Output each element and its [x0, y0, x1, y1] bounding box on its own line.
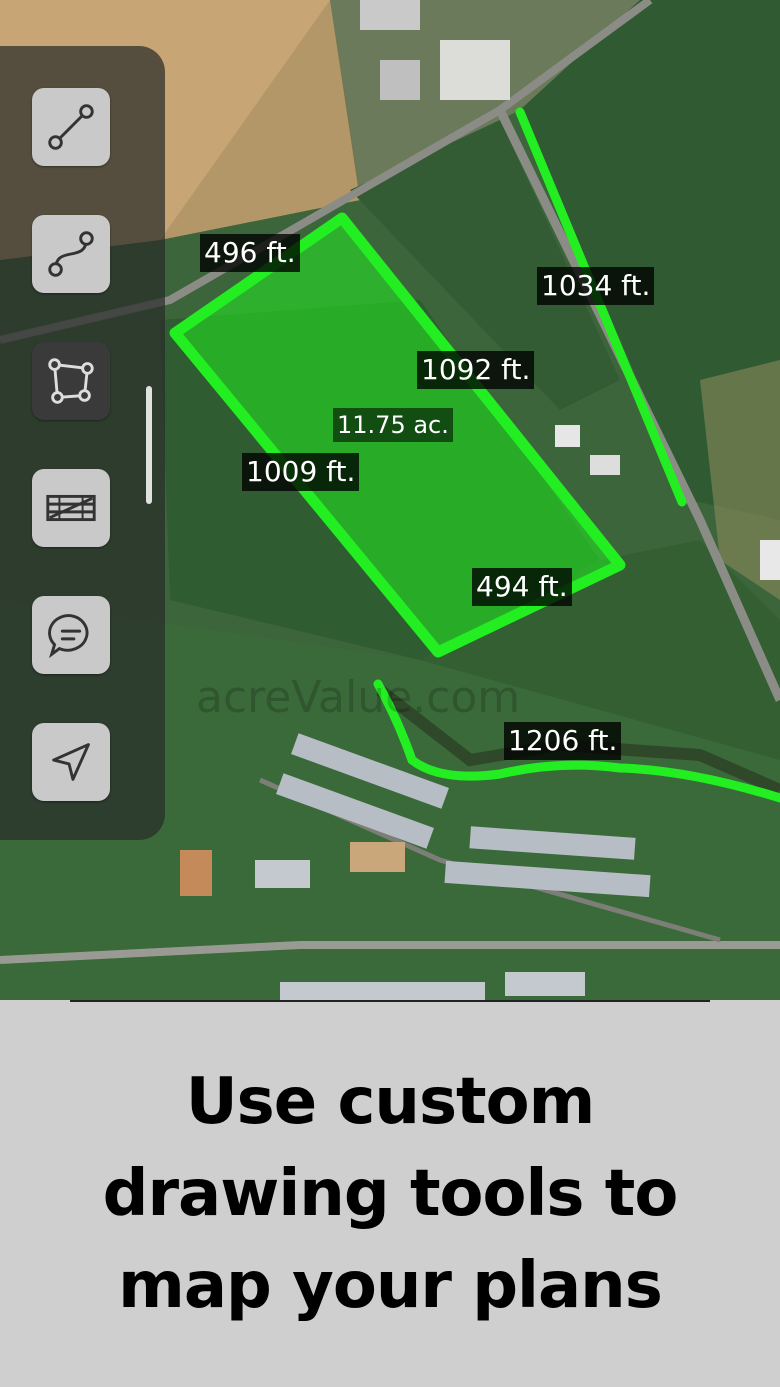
- measurement-label: 1092 ft.: [417, 351, 535, 389]
- measurement-label: 1009 ft.: [242, 453, 360, 491]
- area-label: 11.75 ac.: [333, 408, 453, 442]
- location-tool-button[interactable]: [32, 723, 110, 801]
- promo-caption: Use custom drawing tools to map your pla…: [0, 1000, 780, 1387]
- curve-line-icon: [48, 231, 94, 277]
- measurement-label: 1206 ft.: [504, 722, 622, 760]
- measurement-label: 496 ft.: [200, 234, 300, 272]
- caption-line-3: map your plans: [118, 1248, 663, 1323]
- caption-line-2: drawing tools to: [102, 1156, 679, 1231]
- caption-line-1: Use custom: [185, 1064, 596, 1139]
- fence-icon: [46, 494, 96, 522]
- measurement-label: 1034 ft.: [537, 267, 655, 305]
- curve-tool-button[interactable]: [32, 215, 110, 293]
- comment-tool-button[interactable]: [32, 596, 110, 674]
- line-tool-button[interactable]: [32, 88, 110, 166]
- caption-text: Use custom drawing tools to map your pla…: [40, 1056, 740, 1332]
- location-arrow-icon: [52, 743, 90, 781]
- straight-line-icon: [48, 104, 94, 150]
- caption-divider: [70, 1000, 710, 1002]
- toolbar-scrollbar[interactable]: [146, 386, 152, 504]
- measurement-label: 494 ft.: [472, 568, 572, 606]
- satellite-map[interactable]: acreValue.com 496 ft. 1034 ft. 1092 ft. …: [0, 0, 780, 1000]
- map-watermark: acreValue.com: [196, 672, 521, 723]
- fence-tool-button[interactable]: [32, 469, 110, 547]
- polygon-icon: [48, 358, 94, 404]
- polygon-tool-button[interactable]: [32, 342, 110, 420]
- drawing-toolbar: [0, 46, 165, 840]
- speech-bubble-icon: [48, 614, 89, 659]
